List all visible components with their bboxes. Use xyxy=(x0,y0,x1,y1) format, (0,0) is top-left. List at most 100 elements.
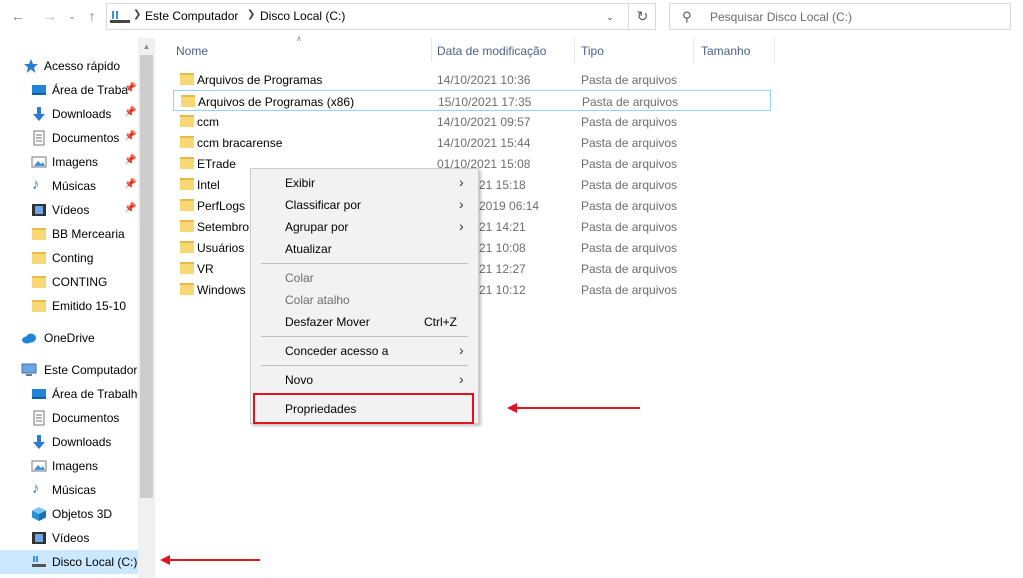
sidebar-scrollbar[interactable]: ▲ xyxy=(138,38,155,578)
sidebar-item-downloads[interactable]: Downloads 📌 xyxy=(0,102,138,126)
menu-item-classificar-por[interactable]: Classificar por › xyxy=(251,194,478,216)
breadcrumb-este-computador[interactable]: Este Computador xyxy=(145,9,238,23)
file-name: Intel xyxy=(197,178,220,192)
column-header-name[interactable]: Nome xyxy=(170,38,431,62)
file-row[interactable]: ccm 14/10/2021 09:57 Pasta de arquivos xyxy=(173,111,771,132)
back-arrow-icon[interactable]: ← xyxy=(10,8,26,24)
sidebar-label: CONTING xyxy=(52,275,108,289)
file-name: Arquivos de Programas xyxy=(197,73,323,87)
menu-item-label: Colar atalho xyxy=(285,293,350,307)
recent-locations-chevron-icon[interactable]: ⌄ xyxy=(64,8,80,24)
sidebar-item-documentos[interactable]: Documentos 📌 xyxy=(0,126,138,150)
sidebar-item-downloads-pc[interactable]: Downloads xyxy=(0,430,138,454)
file-type: Pasta de arquivos xyxy=(581,115,678,129)
cube-icon xyxy=(32,507,46,521)
sidebar-item-documentos-pc[interactable]: Documentos xyxy=(0,406,138,430)
sidebar-label: Músicas xyxy=(52,483,97,497)
sidebar-item-emitido[interactable]: Emitido 15-10 xyxy=(0,294,138,318)
sidebar-item-este-computador[interactable]: Este Computador xyxy=(0,358,138,382)
drive-icon xyxy=(32,556,46,567)
menu-item-label: Agrupar por xyxy=(285,220,349,234)
file-name: Arquivos de Programas (x86) xyxy=(198,95,355,109)
column-header-size[interactable]: Tamanho xyxy=(694,38,774,62)
file-type: Pasta de arquivos xyxy=(581,220,678,234)
annotation-arrow-line xyxy=(515,407,640,409)
sidebar-label: Acesso rápido xyxy=(44,59,121,73)
menu-separator xyxy=(261,365,468,366)
breadcrumb-disco-local[interactable]: Disco Local (C:) xyxy=(260,9,345,23)
pin-icon[interactable]: 📌 xyxy=(124,107,136,118)
sidebar-item-musicas[interactable]: ♪ Músicas 📌 xyxy=(0,174,138,198)
folder-icon xyxy=(32,300,48,316)
menu-separator xyxy=(261,263,468,264)
file-name: PerfLogs xyxy=(197,199,246,213)
folder-icon xyxy=(180,199,194,214)
sidebar-item-imagens[interactable]: Imagens 📌 xyxy=(0,150,138,174)
file-row[interactable]: ccm bracarense 14/10/2021 15:44 Pasta de… xyxy=(173,132,771,153)
file-date: 14/10/2021 10:36 xyxy=(437,73,531,87)
sidebar-item-bb-mercearia[interactable]: BB Mercearia xyxy=(0,222,138,246)
file-date: 21 15:18 xyxy=(479,178,526,192)
scrollbar-thumb[interactable] xyxy=(140,55,153,498)
sidebar-item-disco-local[interactable]: Disco Local (C:) xyxy=(0,550,138,574)
folder-icon xyxy=(32,228,48,244)
folder-icon xyxy=(180,157,194,172)
sidebar-item-area-de-trabalho[interactable]: Área de Traba 📌 xyxy=(0,78,138,102)
pictures-icon xyxy=(31,156,47,168)
file-type: Pasta de arquivos xyxy=(582,95,679,109)
sidebar-item-musicas-pc[interactable]: ♪ Músicas xyxy=(0,478,138,502)
sidebar-item-objetos-3d[interactable]: Objetos 3D xyxy=(0,502,138,526)
forward-arrow-icon[interactable]: → xyxy=(42,8,58,24)
column-divider[interactable] xyxy=(774,38,775,62)
pin-icon[interactable]: 📌 xyxy=(124,131,136,142)
pin-icon[interactable]: 📌 xyxy=(124,83,136,94)
desktop-icon xyxy=(32,389,46,399)
address-bar[interactable]: ❯ Este Computador ❯ Disco Local (C:) ⌄ ↻ xyxy=(106,3,656,30)
menu-item-novo[interactable]: Novo › xyxy=(251,369,478,391)
menu-item-desfazer-mover[interactable]: Desfazer Mover Ctrl+Z xyxy=(251,311,478,333)
file-row[interactable]: Arquivos de Programas 14/10/2021 10:36 P… xyxy=(173,69,771,90)
menu-item-exibir[interactable]: Exibir › xyxy=(251,172,478,194)
pin-icon[interactable]: 📌 xyxy=(124,203,136,214)
menu-item-label: Novo xyxy=(285,373,314,387)
file-type: Pasta de arquivos xyxy=(581,157,678,171)
file-name: ETrade xyxy=(197,157,236,171)
file-row[interactable]: Arquivos de Programas (x86) 15/10/2021 1… xyxy=(173,90,771,111)
up-arrow-icon[interactable]: ↑ xyxy=(84,8,100,24)
menu-item-atualizar[interactable]: Atualizar xyxy=(251,238,478,260)
sidebar-item-videos-pc[interactable]: Vídeos xyxy=(0,526,138,550)
file-type: Pasta de arquivos xyxy=(581,283,678,297)
pin-icon[interactable]: 📌 xyxy=(124,179,136,190)
file-name: Usuários xyxy=(197,241,245,255)
menu-item-colar[interactable]: Colar xyxy=(251,267,478,289)
video-icon xyxy=(32,532,46,544)
sidebar-item-area-de-trabalho-pc[interactable]: Área de Trabalho xyxy=(0,382,138,406)
column-header-label: Tipo xyxy=(581,44,604,58)
column-header-date[interactable]: Data de modificação xyxy=(432,38,574,62)
sidebar-label: Downloads xyxy=(52,435,112,449)
sidebar-label: BB Mercearia xyxy=(52,227,125,241)
computer-icon xyxy=(110,11,130,23)
sidebar-item-conting[interactable]: Conting xyxy=(0,246,138,270)
menu-item-agrupar-por[interactable]: Agrupar por › xyxy=(251,216,478,238)
music-icon: ♪ xyxy=(32,176,40,193)
refresh-icon[interactable]: ↻ xyxy=(628,4,656,29)
sidebar-item-conting-upper[interactable]: CONTING xyxy=(0,270,138,294)
annotation-highlight-box xyxy=(253,393,474,424)
search-box[interactable]: ⚲ Pesquisar Disco Local (C:) xyxy=(669,3,1011,30)
column-header-label: Data de modificação xyxy=(437,44,547,58)
column-header-type[interactable]: Tipo xyxy=(575,38,693,62)
sidebar-item-videos[interactable]: Vídeos 📌 xyxy=(0,198,138,222)
file-date: 21 14:21 xyxy=(479,220,526,234)
address-dropdown-icon[interactable]: ⌄ xyxy=(603,10,617,24)
sidebar-item-imagens-pc[interactable]: Imagens xyxy=(0,454,138,478)
sidebar-item-onedrive[interactable]: OneDrive xyxy=(0,326,138,350)
sidebar-item-acesso-rapido[interactable]: Acesso rápido xyxy=(0,54,138,78)
scroll-up-icon[interactable]: ▲ xyxy=(138,38,155,55)
folder-icon xyxy=(181,95,195,110)
menu-item-conceder-acesso[interactable]: Conceder acesso a › xyxy=(251,340,478,362)
pin-icon[interactable]: 📌 xyxy=(124,155,136,166)
folder-icon xyxy=(32,252,48,268)
menu-item-colar-atalho[interactable]: Colar atalho xyxy=(251,289,478,311)
folder-icon xyxy=(180,262,194,277)
